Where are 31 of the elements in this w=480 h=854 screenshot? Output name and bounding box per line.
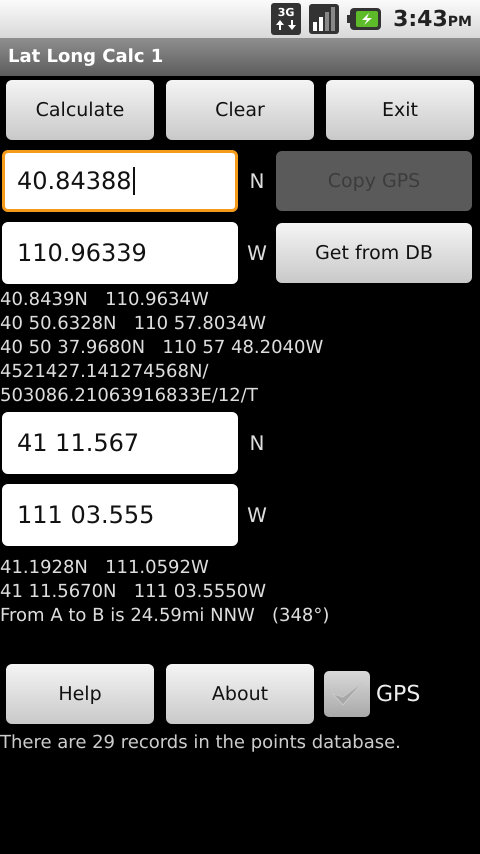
result-text: 41.1928N 111.0592W	[0, 556, 210, 580]
hemisphere-label: N	[248, 169, 266, 193]
clock-text: 3:43	[393, 6, 448, 32]
result-text: From A to B is 24.59mi NNW (348°)	[0, 604, 330, 628]
input-field[interactable]: 41 11.567	[2, 412, 238, 474]
result-text: 4521427.141274568N/	[0, 360, 210, 384]
network-icon: 3G	[271, 3, 302, 35]
result-text: 40.8439N 110.9634W	[0, 288, 210, 312]
hemisphere-label: N	[248, 431, 266, 455]
input-field[interactable]: 111 03.555	[2, 484, 238, 546]
result-text: 40 50.6328N 110 57.8034W	[0, 312, 268, 336]
input-field[interactable]: 110.96339	[2, 222, 238, 284]
checkbox-label: GPS	[376, 682, 420, 706]
button[interactable]: Clear	[166, 80, 314, 140]
result-text: 503086.21063916833E/12/T	[0, 384, 259, 408]
button[interactable]: Calculate	[6, 80, 154, 140]
result-text: 40 50 37.9680N 110 57 48.2040W	[0, 336, 324, 360]
button[interactable]: Get from DB	[276, 223, 472, 283]
input-field[interactable]: 40.84388	[2, 150, 238, 212]
hemisphere-label: W	[246, 503, 268, 527]
button[interactable]: Exit	[326, 80, 474, 140]
status-message: There are 29 records in the points database.	[0, 731, 402, 753]
button[interactable]: About	[166, 664, 314, 724]
battery-icon	[347, 8, 382, 30]
signal-icon	[309, 4, 340, 34]
clock-period: PM	[448, 14, 472, 30]
arrows-icon	[275, 19, 298, 31]
button[interactable]: Help	[6, 664, 154, 724]
result-text: 41 11.5670N 111 03.5550W	[0, 580, 268, 604]
window-title: Lat Long Calc 1	[0, 38, 480, 76]
hemisphere-label: W	[246, 241, 268, 265]
